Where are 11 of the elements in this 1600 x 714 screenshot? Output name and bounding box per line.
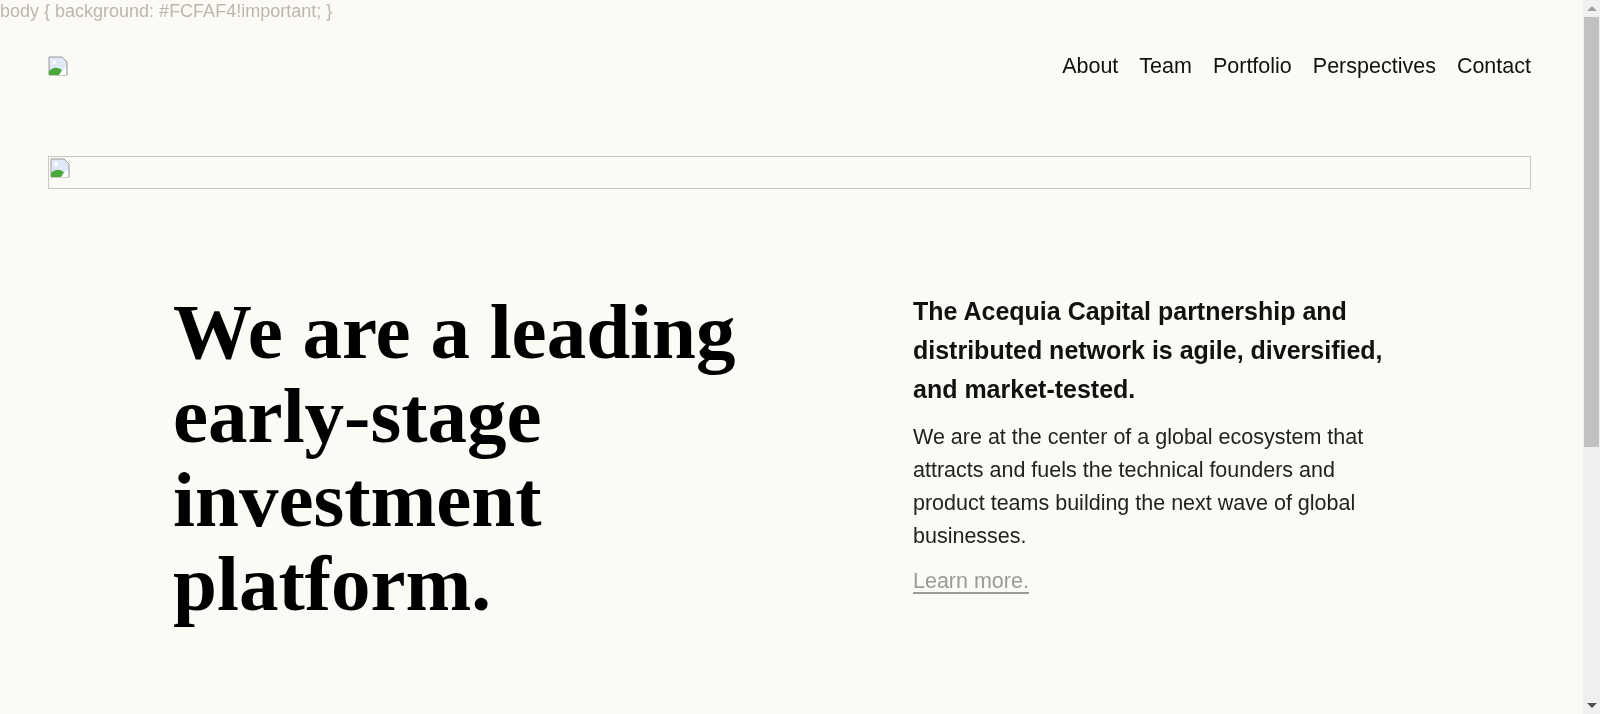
broken-image-icon — [48, 56, 68, 76]
hero-heading: We are a leading early-stage investment platform. — [173, 290, 737, 626]
body-text: We are at the center of a global ecosystem that attracts and fuels the technical founders and product teams building the next wave of global businesses. — [913, 424, 1365, 550]
nav-link[interactable]: Perspectives — [1312, 53, 1436, 79]
nav-link[interactable]: Team — [1139, 53, 1192, 79]
nav-link[interactable]: Portfolio — [1212, 53, 1292, 79]
nav-link[interactable]: Contact — [1456, 53, 1531, 79]
nav-link[interactable]: About — [1062, 53, 1119, 79]
broken-image-icon — [50, 158, 70, 178]
style-code-text: body { background: #FCFAF4!important; } — [0, 0, 333, 22]
intro-text: The Acequia Capital partnership and distributed network is agile, diversified, and market-tested. — [913, 296, 1384, 405]
